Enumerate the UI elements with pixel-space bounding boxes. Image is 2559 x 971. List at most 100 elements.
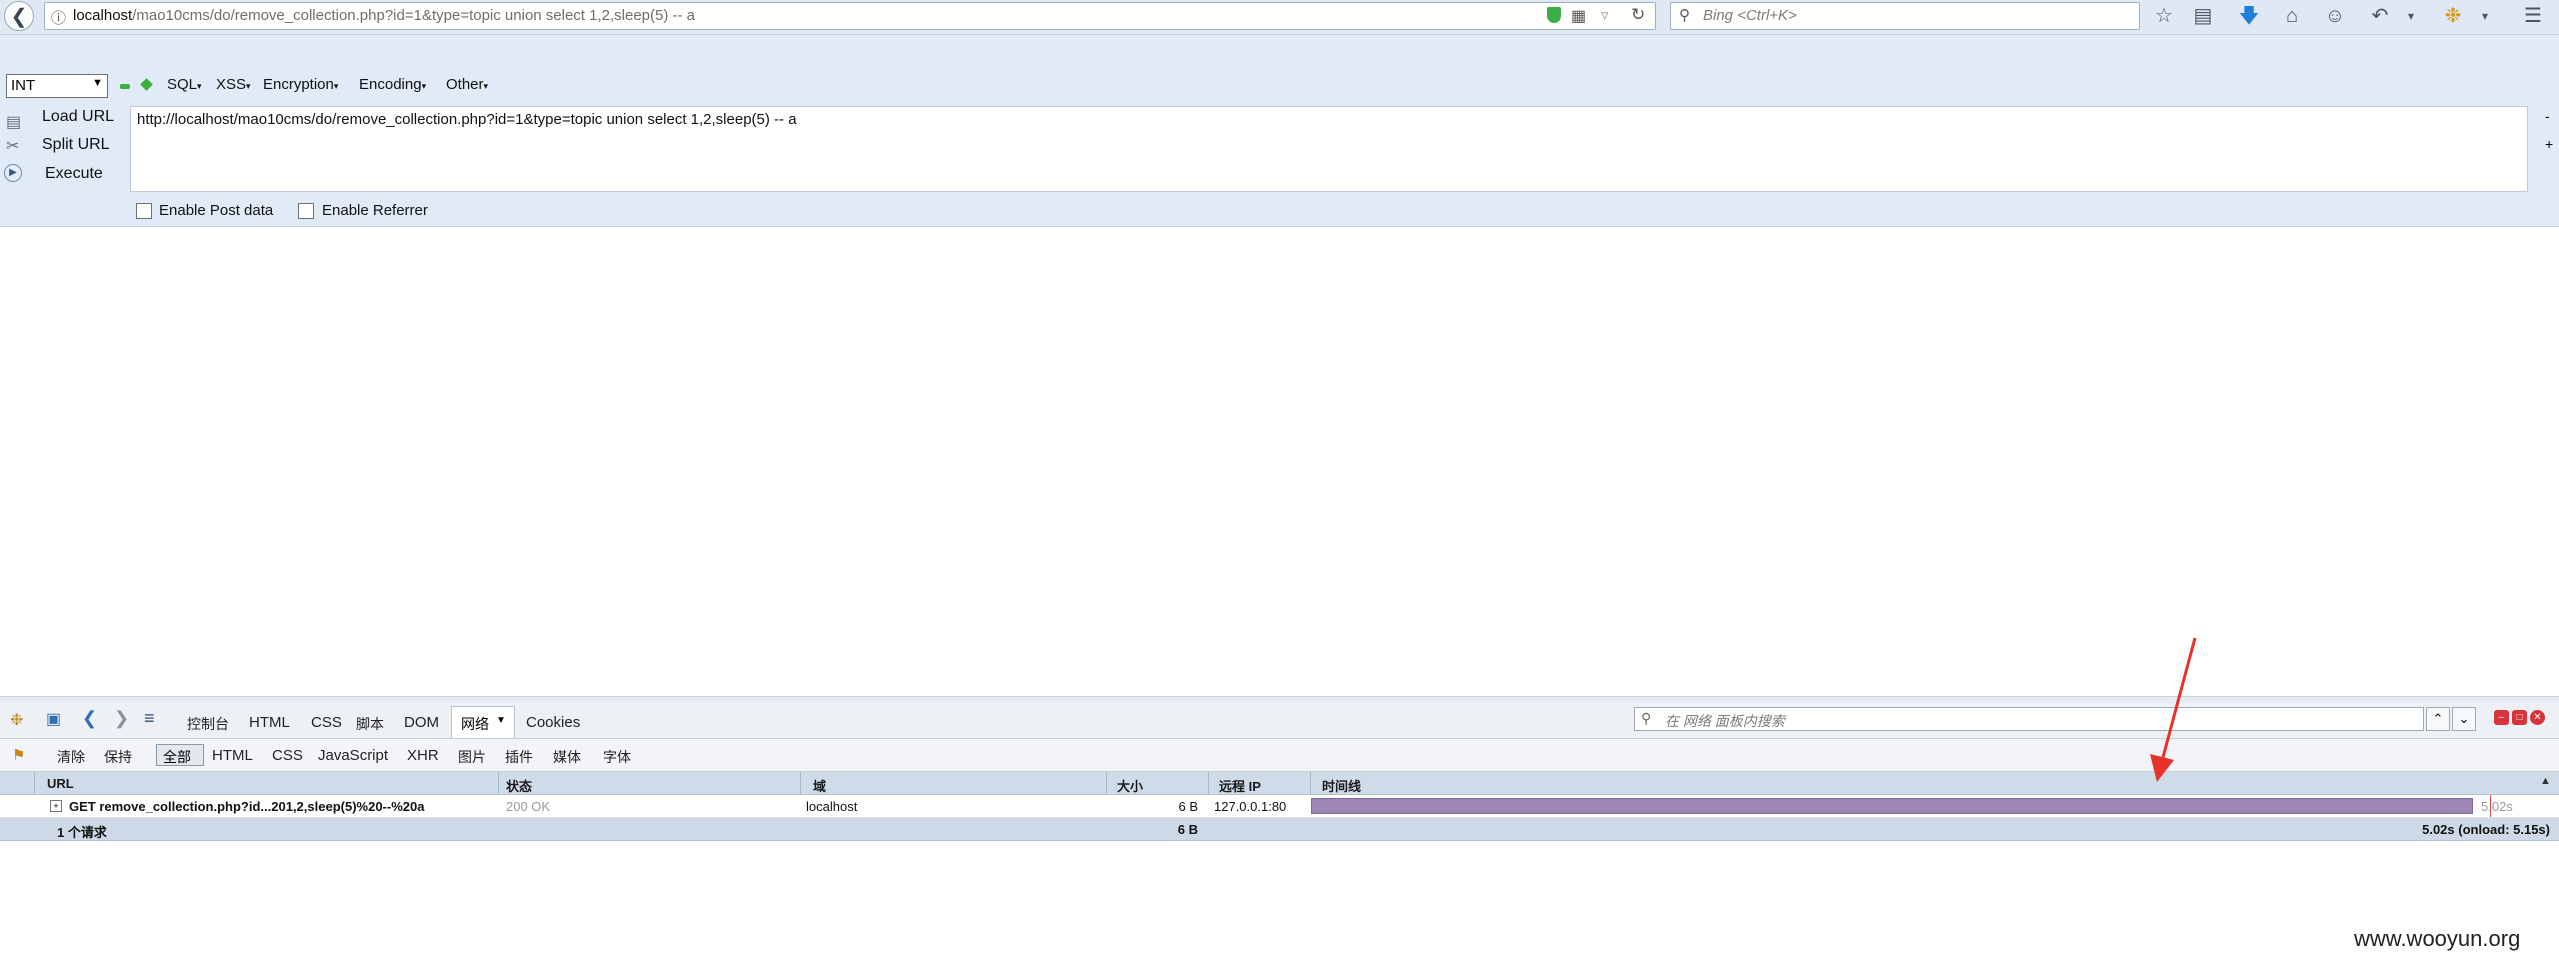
column-options-icon[interactable]: ▲ — [2540, 775, 2551, 787]
request-size: 6 B — [1178, 799, 1198, 814]
search-box[interactable]: ⚲ Bing <Ctrl+K> — [1670, 2, 2140, 30]
bookmark-star-icon[interactable]: ☆ — [2151, 3, 2177, 29]
url-host: localhost — [73, 7, 133, 24]
menu-encoding[interactable]: Encoding▾ — [359, 76, 426, 93]
tab-html[interactable]: HTML — [249, 714, 290, 731]
shield-icon[interactable] — [1547, 7, 1561, 23]
reload-icon[interactable]: ↻ — [1631, 5, 1645, 25]
chat-icon[interactable]: ☺ — [2322, 3, 2348, 29]
table-row[interactable]: + GET remove_collection.php?id...201,2,s… — [0, 795, 2559, 818]
info-icon[interactable]: ⓘ — [51, 7, 66, 28]
tab-script[interactable]: 脚本 — [356, 714, 384, 734]
menu-other[interactable]: Other▾ — [446, 76, 488, 93]
column-domain[interactable]: 域 — [813, 776, 826, 795]
type-select[interactable]: INT ▼ — [6, 74, 108, 98]
column-remote-ip[interactable]: 远程 IP — [1219, 776, 1261, 795]
enable-post-checkbox[interactable] — [136, 203, 152, 219]
scissors-icon: ✂ — [6, 138, 20, 155]
reading-list-icon[interactable]: ▤ — [2190, 3, 2216, 29]
back-arrow-icon[interactable]: ❮ — [82, 708, 97, 729]
summary-timing: 5.02s (onload: 5.15s) — [2422, 822, 2550, 837]
column-status[interactable]: 状态 — [506, 776, 532, 795]
search-icon: ⚲ — [1641, 710, 1652, 726]
undo-dropdown-icon[interactable]: ▾ — [2398, 3, 2424, 29]
minimize-icon[interactable]: – — [2494, 710, 2509, 725]
url-text[interactable]: localhost/mao10cms/do/remove_collection.… — [73, 7, 695, 24]
tab-console[interactable]: 控制台 — [187, 714, 229, 734]
navigation-bar: ❮ ⓘ localhost/mao10cms/do/remove_collect… — [0, 0, 2559, 35]
menu-icon[interactable]: ☰ — [2520, 3, 2546, 29]
filter-plugins[interactable]: 插件 — [505, 747, 533, 767]
filter-fonts[interactable]: 字体 — [603, 747, 631, 767]
search-next-icon[interactable]: ⌄ — [2452, 707, 2476, 731]
timeline-bar — [1311, 798, 2473, 814]
filter-css[interactable]: CSS — [272, 747, 303, 764]
column-divider — [498, 772, 499, 794]
filter-all[interactable]: 全部 — [156, 744, 204, 766]
inspect-icon[interactable]: ▣ — [46, 709, 61, 729]
column-size[interactable]: 大小 — [1117, 776, 1143, 795]
persist-button[interactable]: 保持 — [104, 747, 132, 767]
enable-referrer-checkbox[interactable] — [298, 203, 314, 219]
filter-images[interactable]: 图片 — [458, 747, 486, 767]
column-url[interactable]: URL — [47, 776, 74, 791]
shrink-button[interactable]: - — [2545, 108, 2550, 124]
load-url-button[interactable]: Load URL — [42, 108, 114, 126]
download-icon[interactable]: 🡇 — [2236, 3, 2262, 29]
column-divider — [1208, 772, 1209, 794]
column-divider — [34, 772, 35, 794]
tab-net-label: 网络 — [461, 716, 489, 732]
panel-search-input[interactable]: ⚲ 在 网络 面板内搜索 — [1634, 707, 2424, 731]
url-bar[interactable]: ⓘ localhost/mao10cms/do/remove_collectio… — [44, 2, 1656, 30]
column-timeline[interactable]: 时间线 — [1322, 776, 1361, 795]
split-url-button[interactable]: Split URL — [42, 136, 110, 154]
chevron-down-icon: ▼ — [92, 77, 103, 89]
forward-arrow-icon[interactable]: ❯ — [114, 708, 129, 729]
back-button[interactable]: ❮ — [4, 1, 34, 31]
qrcode-icon[interactable]: ▦ — [1571, 6, 1586, 26]
filter-html[interactable]: HTML — [212, 747, 253, 764]
dropdown-arrow-icon[interactable]: ▿ — [1601, 6, 1609, 24]
close-icon[interactable]: ✕ — [2530, 710, 2545, 725]
summary-count: 1 个请求 — [57, 825, 107, 840]
firebug-logo-icon[interactable]: ❉ — [10, 710, 23, 730]
expand-button[interactable]: + — [2545, 136, 2553, 152]
url-textarea[interactable]: http://localhost/mao10cms/do/remove_coll… — [130, 106, 2528, 192]
column-divider — [800, 772, 801, 794]
search-prev-icon[interactable]: ⌃ — [2426, 707, 2450, 731]
column-divider — [1106, 772, 1107, 794]
firebug-dropdown-icon[interactable]: ▾ — [2472, 3, 2498, 29]
execute-icon: ▶ — [4, 164, 22, 182]
undo-icon[interactable]: ↶ — [2367, 3, 2393, 29]
enable-post-label: Enable Post data — [159, 202, 274, 219]
tab-net[interactable]: 网络 ▼ — [451, 706, 515, 738]
tab-css[interactable]: CSS — [311, 714, 342, 731]
expand-row-icon[interactable]: + — [50, 800, 62, 812]
filter-javascript[interactable]: JavaScript — [318, 747, 388, 764]
detach-icon[interactable]: □ — [2512, 710, 2527, 725]
menu-sql[interactable]: SQL▾ — [167, 76, 202, 93]
url-textarea-value: http://localhost/mao10cms/do/remove_coll… — [137, 111, 797, 128]
command-line-icon[interactable]: ≡ — [144, 708, 155, 729]
decrease-icon[interactable] — [120, 84, 130, 89]
chevron-down-icon: ▼ — [496, 715, 506, 726]
net-options-icon[interactable]: ⚑ — [12, 746, 25, 764]
request-remote-ip: 127.0.0.1:80 — [1214, 799, 1287, 814]
enable-referrer-label: Enable Referrer — [322, 202, 428, 219]
tab-cookies[interactable]: Cookies — [526, 714, 580, 731]
menu-encryption[interactable]: Encryption▾ — [263, 76, 338, 93]
tab-dom[interactable]: DOM — [404, 714, 439, 731]
filter-media[interactable]: 媒体 — [553, 747, 581, 767]
type-select-value: INT — [11, 77, 36, 94]
menu-xss[interactable]: XSS▾ — [216, 76, 251, 93]
summary-size: 6 B — [1177, 822, 1198, 837]
request-status: 200 OK — [506, 799, 551, 814]
firebug-icon[interactable]: ❉ — [2440, 3, 2466, 29]
filter-xhr[interactable]: XHR — [407, 747, 439, 764]
execute-button[interactable]: Execute — [45, 165, 103, 183]
request-domain: localhost — [806, 799, 858, 814]
clear-button[interactable]: 清除 — [57, 747, 85, 767]
request-url[interactable]: GET remove_collection.php?id...201,2,sle… — [69, 799, 424, 814]
home-icon[interactable]: ⌂ — [2279, 3, 2305, 29]
column-divider — [1310, 772, 1311, 794]
